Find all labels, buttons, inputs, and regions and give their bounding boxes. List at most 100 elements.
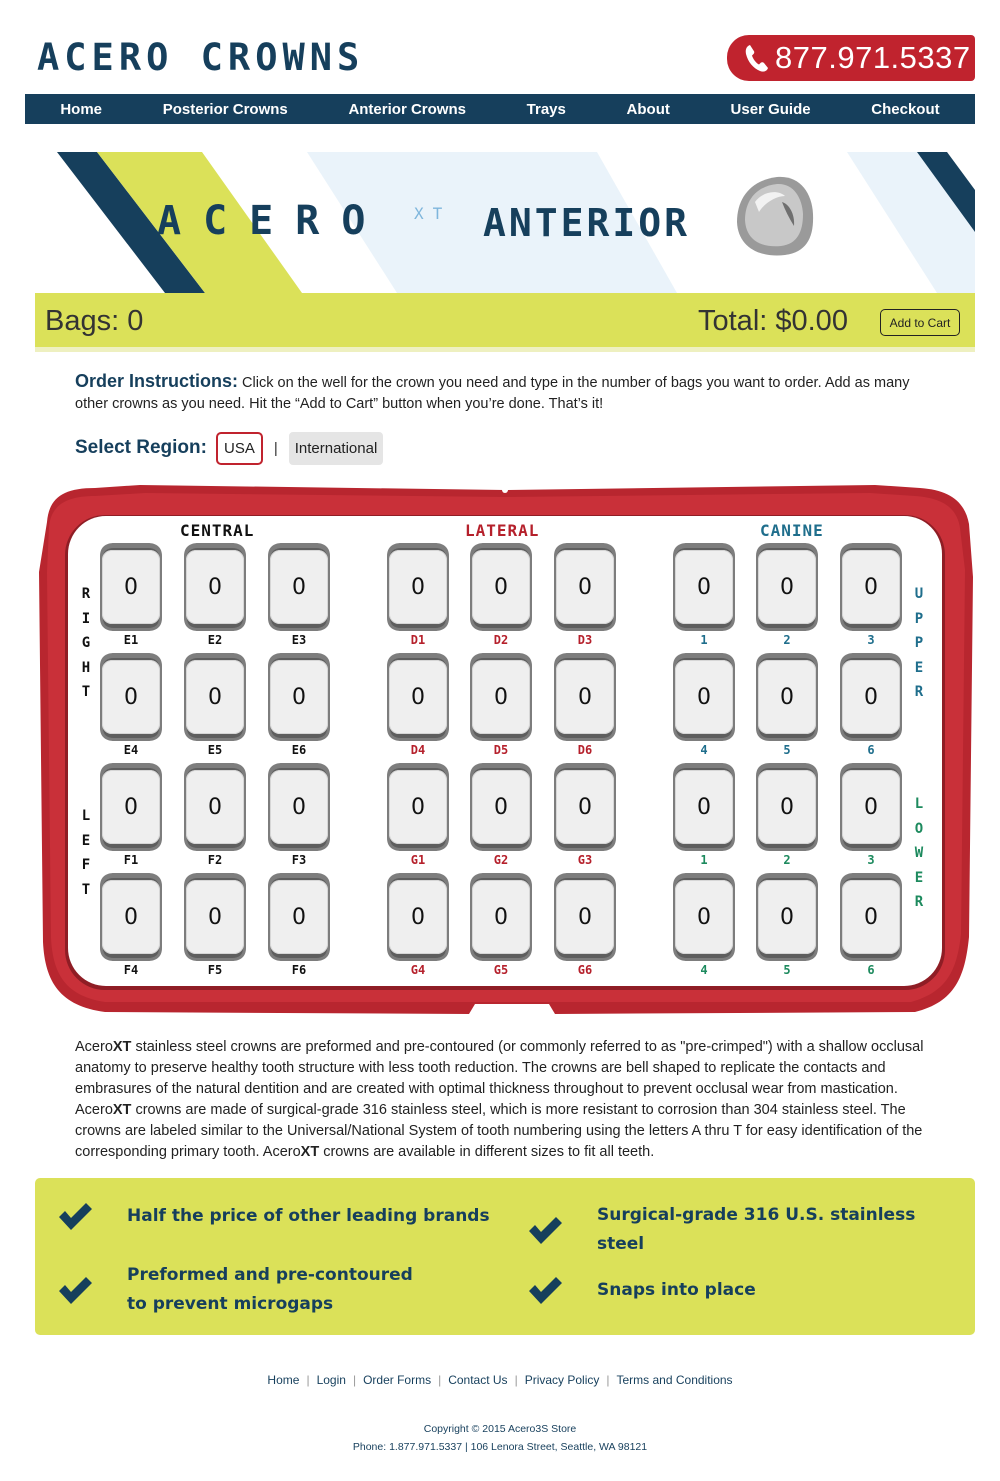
crown-well: 2 bbox=[754, 542, 820, 647]
region-selector: Select Region: USA | International bbox=[75, 431, 384, 465]
footer-link-terms-and-conditions[interactable]: Terms and Conditions bbox=[617, 1373, 733, 1387]
crown-quantity-input-canine-4[interactable] bbox=[675, 660, 733, 734]
crown-well: 1 bbox=[671, 762, 737, 867]
side-label-lower: LOWER bbox=[914, 796, 924, 910]
crown-quantity-input-lateral-d6[interactable] bbox=[556, 660, 614, 734]
column-heading-central: CENTRAL bbox=[180, 521, 255, 540]
phone-badge[interactable]: 877.971.5337 bbox=[727, 35, 975, 81]
crown-quantity-input-canine-3[interactable] bbox=[842, 770, 900, 844]
crown-quantity-input-central-f4[interactable] bbox=[102, 880, 160, 954]
well-label: G3 bbox=[577, 853, 593, 867]
crown-well: D5 bbox=[468, 652, 534, 757]
crown-quantity-input-lateral-g6[interactable] bbox=[556, 880, 614, 954]
crown-quantity-input-canine-3[interactable] bbox=[842, 550, 900, 624]
crown-well: 5 bbox=[754, 652, 820, 757]
crown-well: D3 bbox=[552, 542, 618, 647]
nav-item-anterior-crowns[interactable]: Anterior Crowns bbox=[348, 101, 466, 118]
crown-quantity-input-canine-6[interactable] bbox=[842, 660, 900, 734]
nav-item-trays[interactable]: Trays bbox=[527, 101, 566, 118]
nav-item-posterior-crowns[interactable]: Posterior Crowns bbox=[163, 101, 288, 118]
well-label: 4 bbox=[700, 963, 708, 977]
crown-well: D4 bbox=[385, 652, 451, 757]
region-international-button[interactable]: International bbox=[288, 431, 384, 465]
crown-quantity-input-central-f6[interactable] bbox=[270, 880, 328, 954]
well-label: G2 bbox=[493, 853, 509, 867]
crown-quantity-input-canine-1[interactable] bbox=[675, 770, 733, 844]
nav-item-home[interactable]: Home bbox=[60, 101, 102, 118]
crown-quantity-input-central-e6[interactable] bbox=[270, 660, 328, 734]
crown-quantity-input-central-e1[interactable] bbox=[102, 550, 160, 624]
footer-links: Home | Login | Order Forms | Contact Us | Privac… bbox=[0, 1373, 1000, 1387]
crown-quantity-input-lateral-g2[interactable] bbox=[472, 770, 530, 844]
crown-quantity-input-lateral-d3[interactable] bbox=[556, 550, 614, 624]
footer-link-login[interactable]: Login bbox=[317, 1373, 346, 1387]
footer-separator: | bbox=[606, 1373, 610, 1387]
column-heading-lateral: LATERAL bbox=[465, 521, 540, 540]
crown-well: 3 bbox=[838, 762, 904, 867]
footer-copyright: Copyright © 2015 Acero3S Store Phone: 1.… bbox=[0, 1420, 1000, 1456]
crown-well: 4 bbox=[671, 652, 737, 757]
well-label: D1 bbox=[410, 633, 426, 647]
crown-quantity-input-central-f2[interactable] bbox=[186, 770, 244, 844]
crown-well: F5 bbox=[182, 872, 248, 977]
crown-well: F6 bbox=[266, 872, 332, 977]
phone-number[interactable]: 877.971.5337 bbox=[775, 40, 971, 76]
crown-quantity-input-central-f1[interactable] bbox=[102, 770, 160, 844]
nav-item-checkout[interactable]: Checkout bbox=[871, 101, 939, 118]
crown-well: G4 bbox=[385, 872, 451, 977]
crown-quantity-input-canine-4[interactable] bbox=[675, 880, 733, 954]
footer-link-home[interactable]: Home bbox=[267, 1373, 299, 1387]
crown-quantity-input-lateral-d1[interactable] bbox=[389, 550, 447, 624]
bags-count: Bags: 0 bbox=[45, 305, 144, 337]
well-label: G6 bbox=[577, 963, 593, 977]
crown-quantity-input-canine-5[interactable] bbox=[758, 660, 816, 734]
crown-quantity-input-canine-2[interactable] bbox=[758, 770, 816, 844]
crown-quantity-input-lateral-d4[interactable] bbox=[389, 660, 447, 734]
crown-quantity-input-lateral-g4[interactable] bbox=[389, 880, 447, 954]
well-label: 2 bbox=[783, 633, 791, 647]
crown-quantity-input-central-f5[interactable] bbox=[186, 880, 244, 954]
well-label: F5 bbox=[207, 963, 223, 977]
column-heading-canine: CANINE bbox=[760, 521, 824, 540]
add-to-cart-button[interactable]: Add to Cart bbox=[880, 309, 960, 336]
feature-text: Snaps into place bbox=[597, 1279, 756, 1300]
crown-quantity-input-central-e3[interactable] bbox=[270, 550, 328, 624]
crown-quantity-input-central-f3[interactable] bbox=[270, 770, 328, 844]
region-usa-button[interactable]: USA bbox=[215, 431, 263, 465]
nav-item-about[interactable]: About bbox=[627, 101, 670, 118]
crown-well: E4 bbox=[98, 652, 164, 757]
footer-link-privacy-policy[interactable]: Privacy Policy bbox=[525, 1373, 600, 1387]
well-label: E6 bbox=[291, 743, 307, 757]
crown-well: 2 bbox=[754, 762, 820, 867]
well-label: F3 bbox=[291, 853, 307, 867]
crown-well: F2 bbox=[182, 762, 248, 867]
crown-quantity-input-lateral-d2[interactable] bbox=[472, 550, 530, 624]
footer-separator: | bbox=[514, 1373, 518, 1387]
well-label: 6 bbox=[867, 743, 875, 757]
crown-quantity-input-central-e4[interactable] bbox=[102, 660, 160, 734]
footer-link-order-forms[interactable]: Order Forms bbox=[363, 1373, 431, 1387]
crown-quantity-input-canine-6[interactable] bbox=[842, 880, 900, 954]
crown-well: 3 bbox=[838, 542, 904, 647]
crown-quantity-input-canine-1[interactable] bbox=[675, 550, 733, 624]
crown-quantity-input-central-e2[interactable] bbox=[186, 550, 244, 624]
crown-well: E6 bbox=[266, 652, 332, 757]
site-logo[interactable]: ACERO CROWNS bbox=[37, 36, 364, 79]
crown-quantity-input-lateral-d5[interactable] bbox=[472, 660, 530, 734]
crown-well: G2 bbox=[468, 762, 534, 867]
crown-well: F1 bbox=[98, 762, 164, 867]
crown-quantity-input-lateral-g5[interactable] bbox=[472, 880, 530, 954]
crown-quantity-input-canine-5[interactable] bbox=[758, 880, 816, 954]
crown-quantity-input-canine-2[interactable] bbox=[758, 550, 816, 624]
feature-item: Half the price of other leading brands bbox=[57, 1201, 507, 1231]
checkmark-icon bbox=[529, 1217, 562, 1244]
crown-quantity-input-lateral-g3[interactable] bbox=[556, 770, 614, 844]
footer-separator: | bbox=[438, 1373, 442, 1387]
desc-text: Acero bbox=[75, 1039, 113, 1055]
crown-quantity-input-lateral-g1[interactable] bbox=[389, 770, 447, 844]
footer-address: Phone: 1.877.971.5337 | 106 Lenora Stree… bbox=[352, 1441, 648, 1453]
nav-item-user-guide[interactable]: User Guide bbox=[731, 101, 811, 118]
crown-quantity-input-central-e5[interactable] bbox=[186, 660, 244, 734]
footer-link-contact-us[interactable]: Contact Us bbox=[448, 1373, 507, 1387]
desc-brand-xt: XT bbox=[112, 1039, 132, 1055]
